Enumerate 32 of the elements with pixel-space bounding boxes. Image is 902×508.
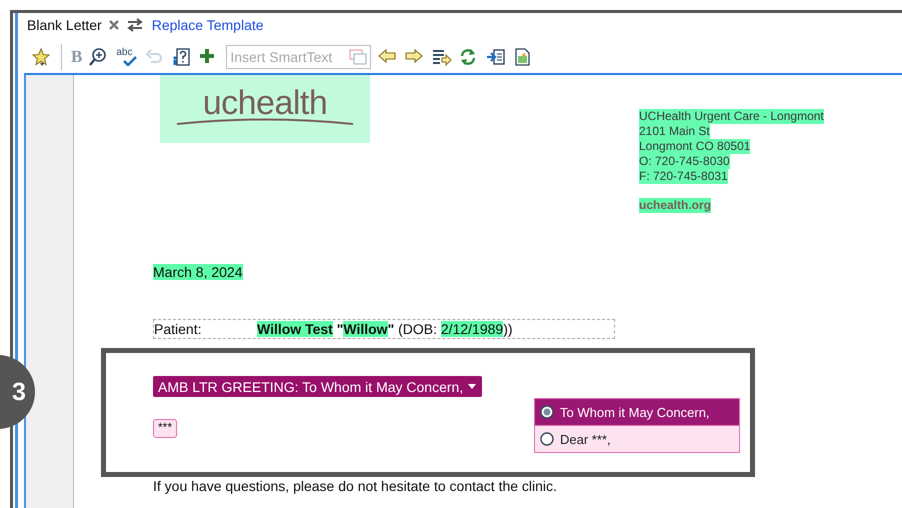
swap-icon[interactable] <box>126 18 144 32</box>
patient-label: Patient: <box>154 321 202 337</box>
greeting-option[interactable]: To Whom it May Concern, <box>535 399 739 425</box>
patient-info: Willow Test <box>257 321 333 337</box>
smarttext-field[interactable]: Insert SmartText <box>226 45 372 69</box>
spellcheck-button[interactable]: abc <box>116 47 138 67</box>
close-icon[interactable] <box>108 19 120 31</box>
patient-info: )) <box>503 321 513 337</box>
right-arrow-icon[interactable] <box>405 48 426 66</box>
star-icon[interactable] <box>32 48 52 66</box>
list-arrow-icon[interactable] <box>432 48 452 66</box>
greeting-option[interactable]: Dear ***, <box>535 425 739 452</box>
patient-info: " <box>336 321 344 337</box>
logo: uchealth <box>160 75 370 143</box>
website-text: uchealth.org <box>639 198 712 213</box>
patient-info: " <box>388 321 394 337</box>
import-icon[interactable] <box>486 48 506 66</box>
caret-icon <box>468 384 476 389</box>
greeting-dropdown[interactable]: AMB LTR GREETING: To Whom it May Concern, <box>153 376 482 397</box>
left-arrow-icon[interactable] <box>378 48 398 66</box>
help-document-icon[interactable] <box>172 48 192 66</box>
patient-info: (DOB: <box>397 321 438 337</box>
patient-info: Willow <box>343 321 388 337</box>
closing-sentence: If you have questions, please do not hesitate to contact the clinic. <box>153 478 558 494</box>
document-title: Blank Letter <box>27 17 102 33</box>
placeholder-field[interactable]: *** <box>153 419 178 438</box>
radio-icon <box>540 432 554 446</box>
letter-date: March 8, 2024 <box>153 264 242 280</box>
radio-icon <box>540 405 554 419</box>
replace-template-link[interactable]: Replace Template <box>152 17 264 33</box>
patient-info: 2/12/1989 <box>440 321 504 337</box>
checkmark-icon <box>123 56 138 66</box>
